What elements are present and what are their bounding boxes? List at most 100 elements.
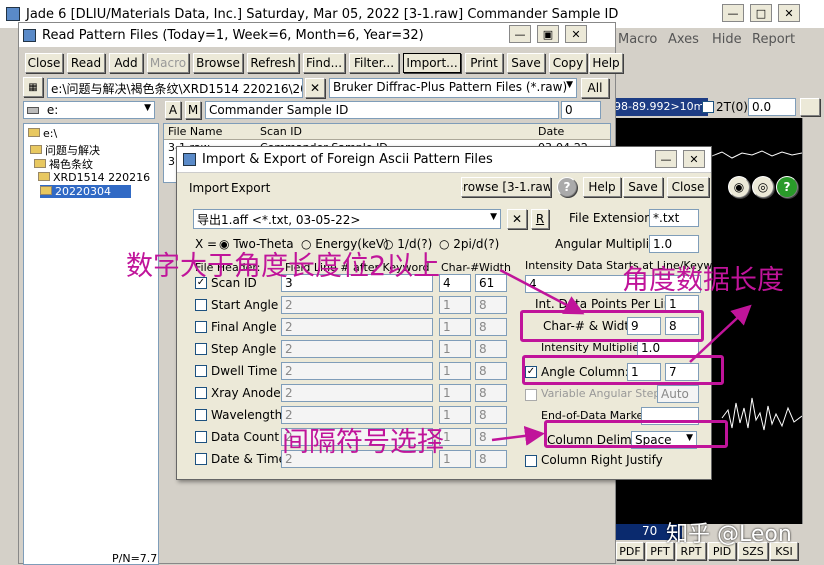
dialog-help-button[interactable]: Help bbox=[583, 177, 621, 197]
header-row-checkbox[interactable] bbox=[195, 365, 207, 377]
tree-item-root[interactable]: e:\ bbox=[28, 127, 57, 140]
help-button[interactable]: Help bbox=[589, 53, 623, 73]
header-row-value-field[interactable]: 2 bbox=[281, 296, 433, 314]
radio-2pi-d[interactable]: ○ 2pi/d(?) bbox=[439, 237, 499, 251]
folder-icon bbox=[30, 145, 42, 154]
tree-item-xrd[interactable]: XRD1514 220216 bbox=[38, 171, 150, 184]
filter-button[interactable]: Filter... bbox=[349, 53, 399, 73]
header-row-width-field[interactable]: 8 bbox=[475, 450, 507, 468]
browse-button[interactable]: Browse bbox=[193, 53, 243, 73]
add-button[interactable]: Add bbox=[109, 53, 143, 73]
filetype-select[interactable]: Bruker Diffrac-Plus Pattern Files (*.raw… bbox=[329, 78, 577, 98]
delete-format-button[interactable]: ✕ bbox=[507, 209, 527, 229]
header-row-checkbox[interactable] bbox=[195, 321, 207, 333]
import-button[interactable]: Import... bbox=[403, 53, 461, 73]
header-row-char-field[interactable]: 4 bbox=[439, 274, 471, 292]
read-minimize-button[interactable]: — bbox=[509, 25, 531, 43]
header-row-label: Final Angle bbox=[211, 320, 277, 334]
header-row-width-field[interactable]: 8 bbox=[475, 384, 507, 402]
col-scan-id[interactable]: Scan ID bbox=[260, 125, 302, 138]
twotheta-checkbox[interactable] bbox=[702, 101, 714, 113]
header-row-width-field[interactable]: 8 bbox=[475, 318, 507, 336]
header-row-value-field[interactable]: 2 bbox=[281, 340, 433, 358]
header-row-checkbox[interactable] bbox=[195, 387, 207, 399]
menu-hide[interactable]: Hide bbox=[712, 32, 742, 47]
r-button[interactable]: R bbox=[531, 209, 549, 229]
format-select[interactable]: 导出1.aff <*.txt, 03-05-22> ▼ bbox=[193, 209, 501, 229]
refresh-button[interactable]: Refresh bbox=[247, 53, 299, 73]
header-row-checkbox[interactable] bbox=[195, 431, 207, 443]
plot-tool-icon-1[interactable]: ◉ bbox=[728, 176, 750, 198]
header-row-value-field[interactable]: 2 bbox=[281, 384, 433, 402]
header-row-label: Xray Anode bbox=[211, 386, 281, 400]
file-extension-field[interactable]: *.txt bbox=[649, 209, 699, 227]
header-row-width-field[interactable]: 8 bbox=[475, 428, 507, 446]
tree-item-brown-stripe[interactable]: 褐色条纹 bbox=[34, 156, 93, 172]
header-row-value-field[interactable]: 2 bbox=[281, 318, 433, 336]
plot-tool-icon-2[interactable]: ◎ bbox=[752, 176, 774, 198]
save-button[interactable]: Save bbox=[507, 53, 545, 73]
header-row-checkbox[interactable] bbox=[195, 453, 207, 465]
help-icon[interactable]: ? bbox=[557, 177, 577, 197]
header-row-checkbox[interactable] bbox=[195, 343, 207, 355]
dialog-close-text-button[interactable]: Close bbox=[667, 177, 709, 197]
drive-select[interactable]: e: ▼ bbox=[23, 101, 155, 119]
header-row-checkbox[interactable] bbox=[195, 409, 207, 421]
angular-multiplier-field[interactable]: 1.0 bbox=[649, 235, 699, 253]
menu-axes[interactable]: Axes bbox=[668, 32, 699, 47]
variable-steps-field[interactable]: Auto bbox=[657, 385, 699, 403]
dialog-close-button[interactable]: ✕ bbox=[683, 150, 705, 168]
dialog-save-button[interactable]: Save bbox=[623, 177, 663, 197]
close-button[interactable]: ✕ bbox=[778, 4, 800, 22]
close-files-button[interactable]: Close bbox=[25, 53, 63, 73]
variable-steps-checkbox[interactable] bbox=[525, 389, 537, 401]
header-row-width-field[interactable]: 8 bbox=[475, 406, 507, 424]
tab-import[interactable]: Import bbox=[189, 181, 229, 195]
header-row: Step Angle 2 1 8 bbox=[177, 339, 517, 359]
header-row-char-field[interactable]: 1 bbox=[439, 362, 471, 380]
menu-macro[interactable]: Macro bbox=[618, 32, 657, 47]
path-grid-icon[interactable]: ▦ bbox=[23, 77, 43, 97]
read-maximize-button[interactable]: ▣ bbox=[537, 25, 559, 43]
m-button[interactable]: M bbox=[185, 101, 201, 119]
find-button[interactable]: Find... bbox=[303, 53, 345, 73]
a-button[interactable]: A bbox=[165, 101, 181, 119]
spin-field[interactable]: 0 bbox=[561, 101, 601, 119]
tab-pdf[interactable]: PDF bbox=[616, 542, 644, 560]
column-right-justify-checkbox[interactable] bbox=[525, 455, 537, 467]
col-file-name[interactable]: File Name bbox=[168, 125, 222, 138]
plot-scrollbar[interactable] bbox=[802, 118, 824, 524]
menu-report[interactable]: Report bbox=[752, 32, 795, 47]
read-button[interactable]: Read bbox=[67, 53, 105, 73]
tree-item-selected[interactable]: 20220304 bbox=[40, 185, 131, 198]
header-row-char-field[interactable]: 1 bbox=[439, 318, 471, 336]
header-row-char-field[interactable]: 1 bbox=[439, 340, 471, 358]
dialog-minimize-button[interactable]: — bbox=[655, 150, 677, 168]
header-row-width-field[interactable]: 8 bbox=[475, 296, 507, 314]
browse-file-button[interactable]: Browse [3-1.raw] bbox=[461, 177, 551, 197]
header-row-label: Wavelength bbox=[211, 408, 283, 422]
header-row: Start Angle 2 1 8 bbox=[177, 295, 517, 315]
path-field[interactable]: e:\问题与解决\褐色条纹\XRD1514 220216\20 bbox=[47, 78, 303, 98]
all-button[interactable]: All bbox=[581, 78, 609, 98]
toolbar-option-button[interactable] bbox=[800, 98, 820, 116]
header-row-width-field[interactable]: 8 bbox=[475, 362, 507, 380]
header-row-checkbox[interactable] bbox=[195, 299, 207, 311]
minimize-button[interactable]: — bbox=[722, 4, 744, 22]
header-row-value-field[interactable]: 2 bbox=[281, 362, 433, 380]
header-row-width-field[interactable]: 61 bbox=[475, 274, 507, 292]
help-round-icon[interactable]: ? bbox=[776, 176, 798, 198]
col-date[interactable]: Date bbox=[538, 125, 564, 138]
maximize-button[interactable]: □ bbox=[750, 4, 772, 22]
copy-button[interactable]: Copy bbox=[549, 53, 587, 73]
twotheta-field[interactable]: 0.0 bbox=[748, 98, 796, 116]
header-row-char-field[interactable]: 1 bbox=[439, 296, 471, 314]
print-button[interactable]: Print bbox=[465, 53, 503, 73]
header-row-char-field[interactable]: 1 bbox=[439, 384, 471, 402]
macro-button[interactable]: Macro bbox=[147, 53, 189, 73]
clear-path-button[interactable]: ✕ bbox=[305, 78, 325, 98]
tab-export[interactable]: Export bbox=[231, 181, 270, 195]
sample-id-field[interactable]: Commander Sample ID bbox=[205, 101, 559, 119]
read-close-button[interactable]: ✕ bbox=[565, 25, 587, 43]
header-row-width-field[interactable]: 8 bbox=[475, 340, 507, 358]
